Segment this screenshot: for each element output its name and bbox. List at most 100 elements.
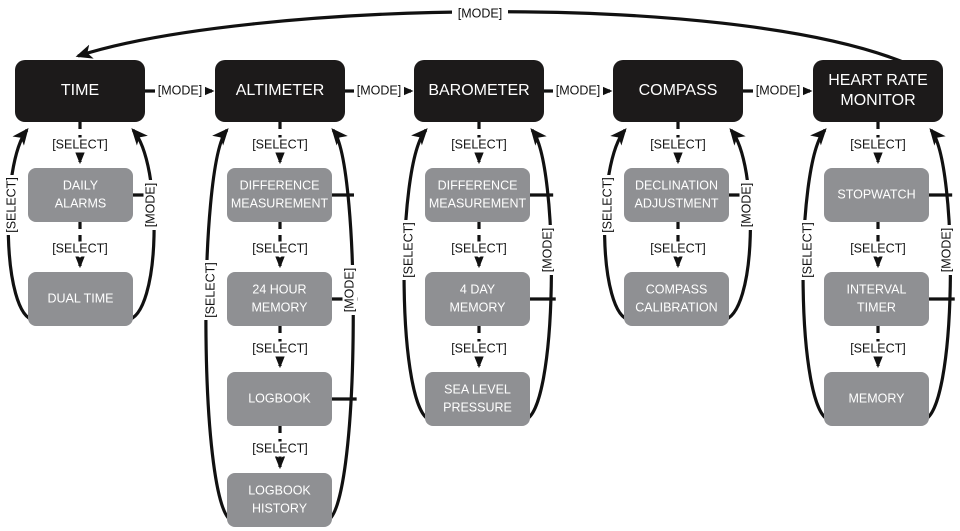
mode-label-horizontal-2: [MODE]	[556, 83, 600, 97]
sub-box-label-line2: ADJUSTMENT	[634, 196, 718, 210]
sub-box-heart-rate-monitor-2[interactable]: MEMORY	[824, 372, 929, 426]
select-label-barometer-0: [SELECT]	[451, 137, 507, 151]
select-label-time-0-group: [SELECT]	[50, 137, 110, 153]
select-label-heart-rate-monitor-2: [SELECT]	[850, 341, 906, 355]
sub-box-compass-1[interactable]: COMPASS CALIBRATION	[624, 272, 729, 326]
sub-box-barometer-2[interactable]: SEA LEVEL PRESSURE	[425, 372, 530, 426]
sub-box-barometer-0[interactable]: DIFFERENCE MEASUREMENT	[425, 168, 530, 222]
select-return-label-heart-rate-monitor-group: [SELECT]	[800, 220, 816, 280]
sub-box-label-line1: DAILY	[63, 178, 99, 192]
mode-return-label-heart-rate-monitor-group: [MODE]	[939, 225, 955, 275]
select-label-compass-0: [SELECT]	[650, 137, 706, 151]
select-return-label-altimeter: [SELECT]	[203, 262, 217, 318]
sub-box-label-line2: TIMER	[857, 300, 896, 314]
select-return-label-time-group: [SELECT]	[4, 175, 20, 235]
mode-label-horizontal-3: [MODE]	[756, 83, 800, 97]
mode-box-time[interactable]: TIME	[15, 60, 145, 122]
sub-box-heart-rate-monitor-0[interactable]: STOPWATCH	[824, 168, 929, 222]
mode-box-altimeter[interactable]: ALTIMETER	[215, 60, 345, 122]
select-label-heart-rate-monitor-1-group: [SELECT]	[848, 241, 908, 257]
sub-box-label: DUAL TIME	[48, 291, 114, 305]
select-return-label-altimeter-group: [SELECT]	[203, 260, 219, 320]
select-label-altimeter-2-group: [SELECT]	[250, 341, 310, 357]
mode-box-compass[interactable]: COMPASS	[613, 60, 743, 122]
mode-label-horizontal-1-group: [MODE]	[354, 83, 404, 99]
select-label-time-1: [SELECT]	[52, 241, 108, 255]
select-label-altimeter-1: [SELECT]	[252, 241, 308, 255]
sub-box-time-0[interactable]: DAILY ALARMS	[28, 168, 133, 222]
sub-box-label: LOGBOOK	[248, 391, 311, 405]
sub-box-label-line1: 24 HOUR	[252, 282, 306, 296]
mode-label-horizontal-3-group: [MODE]	[753, 83, 803, 99]
select-label-heart-rate-monitor-0-group: [SELECT]	[848, 137, 908, 153]
sub-box-label-line1: DECLINATION	[635, 178, 718, 192]
diagram-canvas: TIME DAILY ALARMS DUAL TIME ALTIMETER DIFFERE…	[4, 6, 955, 527]
select-label-compass-0-group: [SELECT]	[648, 137, 708, 153]
sub-box-label-line1: SEA LEVEL	[444, 382, 511, 396]
mode-box-label: TIME	[61, 82, 99, 99]
sub-box-altimeter-0[interactable]: DIFFERENCE MEASUREMENT	[227, 168, 332, 222]
mode-return-label-compass: [MODE]	[739, 183, 753, 227]
mode-label-horizontal-0: [MODE]	[158, 83, 202, 97]
select-label-altimeter-2: [SELECT]	[252, 341, 308, 355]
mode-return-label-barometer: [MODE]	[540, 228, 554, 272]
select-return-label-barometer-group: [SELECT]	[401, 220, 417, 280]
sub-box-label-line1: DIFFERENCE	[240, 178, 320, 192]
sub-box-label-line1: COMPASS	[646, 282, 708, 296]
sub-box-altimeter-3[interactable]: LOGBOOK HISTORY	[227, 473, 332, 527]
select-label-altimeter-0-group: [SELECT]	[250, 137, 310, 153]
sub-box-label-line2: ALARMS	[55, 196, 106, 210]
mode-return-label-time: [MODE]	[143, 183, 157, 227]
sub-box-label-line1: LOGBOOK	[248, 483, 311, 497]
mode-box-heart-rate-monitor[interactable]: HEART RATE MONITOR	[813, 60, 943, 122]
sub-box-compass-0[interactable]: DECLINATION ADJUSTMENT	[624, 168, 729, 222]
select-label-altimeter-3: [SELECT]	[252, 441, 308, 455]
mode-box-label-line1: HEART RATE	[828, 72, 928, 89]
mode-label-wrap: [MODE]	[458, 6, 502, 20]
sub-box-time-1[interactable]: DUAL TIME	[28, 272, 133, 326]
sub-box-barometer-1[interactable]: 4 DAY MEMORY	[425, 272, 530, 326]
sub-box-shape	[227, 473, 332, 527]
sub-box-label-line1: DIFFERENCE	[438, 178, 518, 192]
select-label-barometer-2-group: [SELECT]	[449, 341, 509, 357]
select-label-barometer-1-group: [SELECT]	[449, 241, 509, 257]
mode-label-horizontal-0-group: [MODE]	[155, 83, 205, 99]
mode-return-label-barometer-group: [MODE]	[540, 225, 556, 275]
mode-box-label-line2: MONITOR	[840, 92, 915, 109]
sub-box-heart-rate-monitor-1[interactable]: INTERVAL TIMER	[824, 272, 929, 326]
sub-box-label-line2: HISTORY	[252, 501, 308, 515]
select-label-altimeter-3-group: [SELECT]	[250, 441, 310, 457]
select-return-label-compass: [SELECT]	[600, 177, 614, 233]
sub-box-shape	[425, 272, 530, 326]
sub-box-label-line2: MEMORY	[449, 300, 506, 314]
select-label-compass-1: [SELECT]	[650, 241, 706, 255]
select-label-barometer-0-group: [SELECT]	[449, 137, 509, 153]
sub-box-shape	[28, 168, 133, 222]
mode-return-label-heart-rate-monitor: [MODE]	[939, 228, 953, 272]
mode-label-horizontal-1: [MODE]	[357, 83, 401, 97]
mode-box-label: BAROMETER	[428, 82, 529, 99]
sub-box-label-line2: MEMORY	[251, 300, 308, 314]
select-label-time-1-group: [SELECT]	[50, 241, 110, 257]
select-label-heart-rate-monitor-0: [SELECT]	[850, 137, 906, 151]
select-label-barometer-2: [SELECT]	[451, 341, 507, 355]
sub-box-altimeter-2[interactable]: LOGBOOK	[227, 372, 332, 426]
select-label-time-0: [SELECT]	[52, 137, 108, 151]
mode-box-label: COMPASS	[639, 82, 718, 99]
sub-box-shape	[624, 272, 729, 326]
mode-box-label: ALTIMETER	[236, 82, 325, 99]
sub-box-shape	[227, 168, 332, 222]
select-return-label-barometer: [SELECT]	[401, 222, 415, 278]
sub-box-shape	[824, 272, 929, 326]
mode-box-shape	[813, 60, 943, 122]
sub-box-label-line2: MEASUREMENT	[429, 196, 527, 210]
sub-box-label-line2: CALIBRATION	[635, 300, 717, 314]
mode-return-label-compass-group: [MODE]	[739, 180, 755, 230]
sub-box-label: MEMORY	[848, 391, 905, 405]
sub-box-shape	[425, 372, 530, 426]
mode-flow-diagram: TIME DAILY ALARMS DUAL TIME ALTIMETER DIFFERE…	[0, 0, 960, 531]
select-return-label-heart-rate-monitor: [SELECT]	[800, 222, 814, 278]
sub-box-altimeter-1[interactable]: 24 HOUR MEMORY	[227, 272, 332, 326]
select-label-altimeter-1-group: [SELECT]	[250, 241, 310, 257]
mode-box-barometer[interactable]: BAROMETER	[414, 60, 544, 122]
